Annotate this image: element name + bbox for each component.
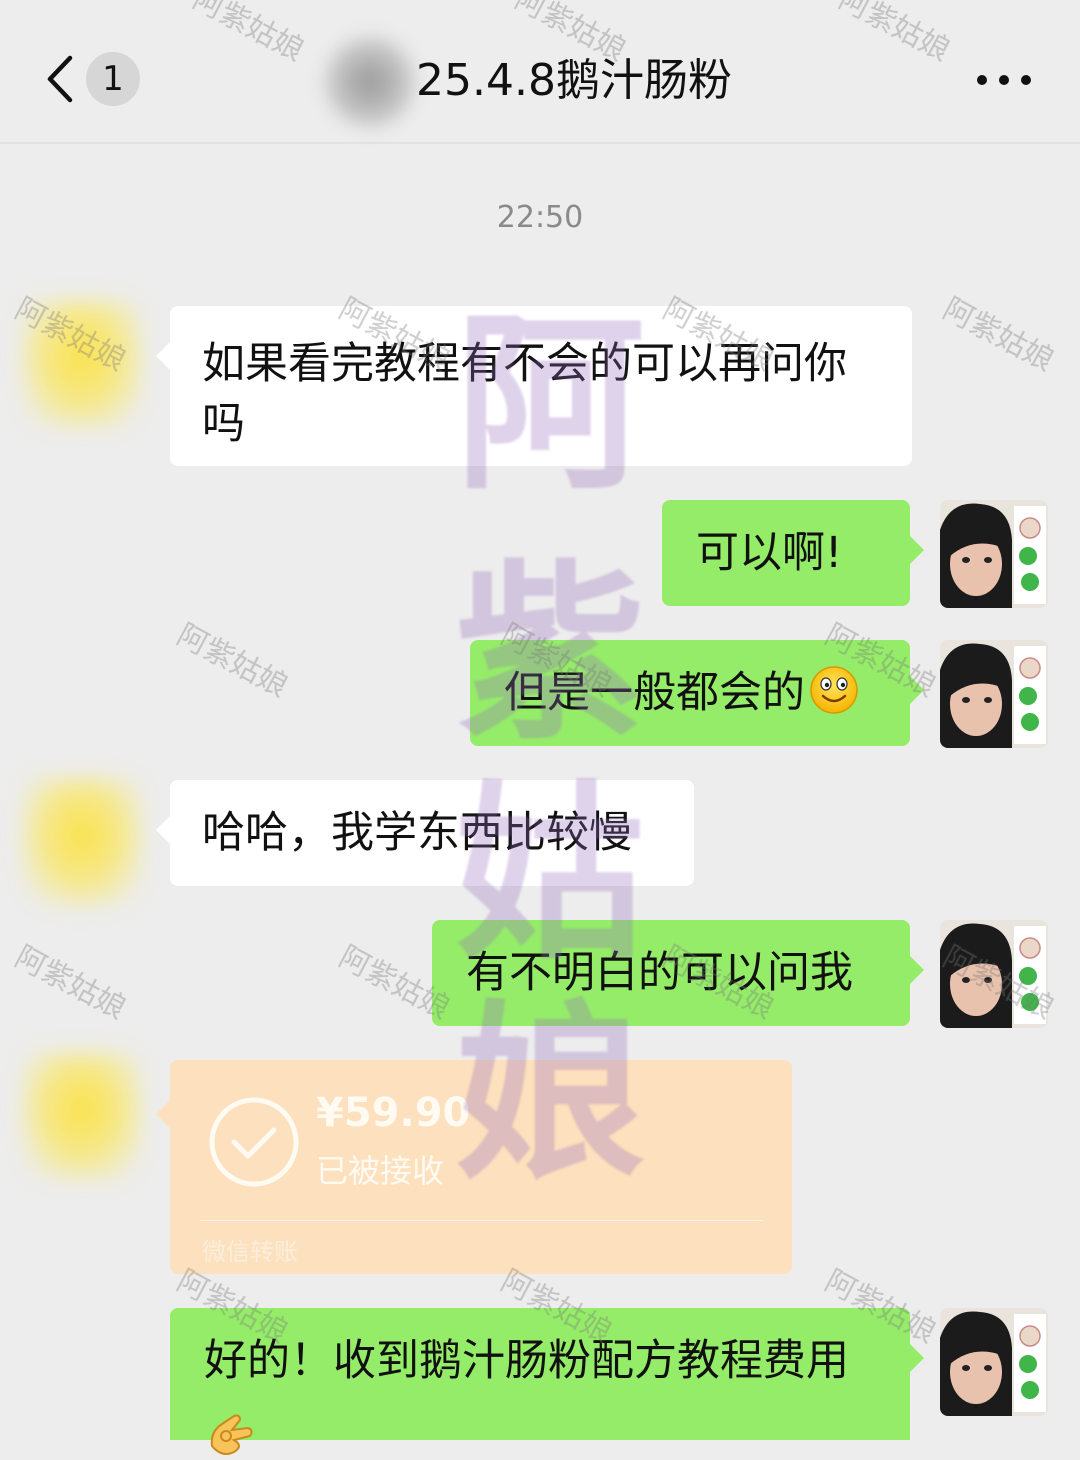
avatar-photo — [940, 500, 1048, 608]
ok-hand-emoji-icon — [210, 1414, 253, 1455]
bubble-tail — [910, 676, 924, 704]
my-avatar[interactable] — [940, 1308, 1048, 1416]
bubble-tail — [910, 1344, 924, 1372]
wechat-transfer-card[interactable]: ¥59.90 已被接收 微信转账 — [156, 1060, 792, 1274]
unread-count-badge[interactable]: 1 — [86, 52, 140, 106]
outgoing-message-bubble[interactable]: 可以啊! — [662, 500, 924, 606]
more-options-icon[interactable] — [972, 60, 1036, 100]
message-text: 但是一般都会的 — [504, 668, 805, 718]
chat-title: 25.4.8鹅汁肠粉 — [416, 55, 732, 106]
bubble-tail — [156, 342, 170, 370]
outgoing-message-bubble[interactable]: 有不明白的可以问我 — [432, 920, 924, 1026]
divider — [200, 1220, 762, 1221]
bubble-tail — [156, 816, 170, 844]
message-timestamp: 22:50 — [496, 200, 584, 235]
message-text: 如果看完教程有不会的可以再问你吗 — [202, 339, 847, 449]
my-avatar[interactable] — [940, 640, 1048, 748]
message-text: 哈哈，我学东西比较慢 — [202, 808, 632, 858]
transfer-type-label: 微信转账 — [202, 1238, 298, 1266]
transfer-amount: ¥59.90 — [316, 1090, 471, 1136]
my-avatar[interactable] — [940, 500, 1048, 608]
check-circle-icon — [209, 1097, 299, 1187]
bubble-tail — [156, 1100, 170, 1128]
avatar-photo — [940, 920, 1048, 1028]
bubble-tail — [910, 536, 924, 564]
watermark: 阿紫姑娘 — [937, 291, 1060, 379]
outgoing-message-bubble[interactable]: 但是一般都会的 — [470, 640, 924, 746]
smile-emoji-icon — [810, 666, 858, 714]
outgoing-message-bubble[interactable]: 好的！收到鹅汁肠粉配方教程费用 — [170, 1308, 924, 1455]
chat-header: 1 25.4.8鹅汁肠粉 — [0, 0, 1080, 144]
contact-avatar[interactable] — [22, 1052, 142, 1180]
avatar-photo — [940, 1308, 1048, 1416]
avatar-photo — [940, 640, 1048, 748]
message-text: 好的！收到鹅汁肠粉配方教程费用 — [204, 1336, 849, 1386]
watermark: 阿紫姑娘 — [171, 617, 294, 705]
contact-avatar[interactable] — [22, 300, 142, 428]
message-text: 可以啊! — [696, 528, 843, 578]
transfer-status: 已被接收 — [316, 1152, 445, 1190]
incoming-message-bubble[interactable]: 如果看完教程有不会的可以再问你吗 — [156, 306, 912, 466]
back-icon[interactable] — [40, 52, 84, 106]
contact-avatar[interactable] — [22, 778, 142, 906]
bubble-tail — [910, 956, 924, 984]
my-avatar[interactable] — [940, 920, 1048, 1028]
message-text: 有不明白的可以问我 — [466, 948, 853, 998]
incoming-message-bubble[interactable]: 哈哈，我学东西比较慢 — [156, 780, 694, 886]
watermark: 阿紫姑娘 — [9, 939, 132, 1027]
chat-avatar — [322, 34, 418, 130]
